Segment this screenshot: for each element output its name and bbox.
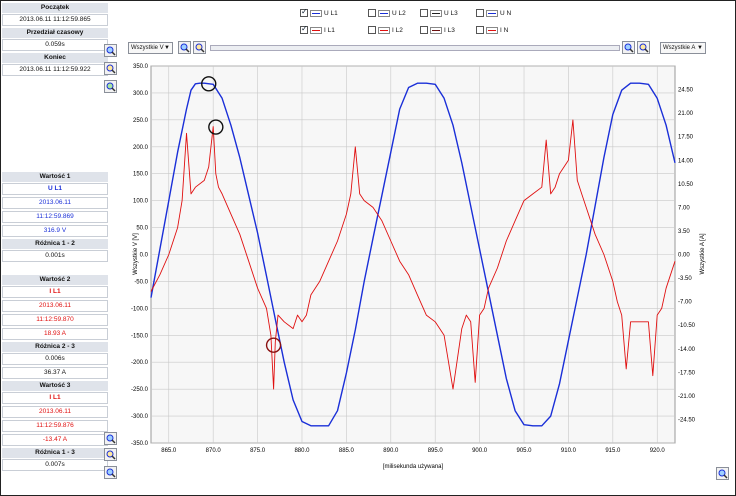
zoom-out-bottom-icon[interactable] <box>104 448 117 461</box>
value3-channel: I L1 <box>2 392 108 404</box>
zoom-out-toolbar-icon[interactable] <box>193 41 206 54</box>
zoom-in-bottom-icon[interactable] <box>104 432 117 445</box>
zoom-search-icon[interactable] <box>104 62 117 75</box>
value2-value: 18.93 A <box>2 328 108 340</box>
value3-label: Wartość 3 <box>2 381 108 391</box>
start-label: Początek <box>2 3 108 13</box>
current-select-value: Wszystkie A <box>663 45 696 51</box>
value2-date: 2013.06.11 <box>2 300 108 312</box>
legend-label: I L3 <box>444 26 455 34</box>
legend-checkbox[interactable] <box>420 9 428 17</box>
legend-checkbox[interactable] <box>300 24 308 34</box>
diff12-label: Różnica 1 - 2 <box>2 239 108 249</box>
interval-value: 0.059s <box>2 39 108 51</box>
zoom-out-right-icon[interactable] <box>637 41 650 54</box>
value2-channel: I L1 <box>2 286 108 298</box>
legend-label: I N <box>500 26 509 34</box>
legend-label: U N <box>500 9 512 17</box>
legend-item-ul2[interactable]: U L2 <box>368 7 406 19</box>
zoom-in-toolbar-icon[interactable] <box>178 41 191 54</box>
legend-checkbox[interactable] <box>368 26 376 34</box>
legend-line-icon <box>486 26 498 34</box>
legend-checkbox[interactable] <box>476 9 484 17</box>
value1-value: 316.9 V <box>2 225 108 237</box>
value2-time: 11:12:59.870 <box>2 314 108 326</box>
zoom-corner-icon[interactable] <box>716 467 729 480</box>
diff23-time: 0.006s <box>2 353 108 365</box>
end-value: 2013.06.11 11:12:59.922 <box>2 64 108 76</box>
value1-date: 2013.06.11 <box>2 197 108 209</box>
voltage-axis-select[interactable]: Wszystkie V ▼ <box>128 42 173 54</box>
zoom-green-icon[interactable] <box>104 80 117 93</box>
legend-line-icon <box>310 26 322 34</box>
zoom-reset-bottom-icon[interactable] <box>104 466 117 479</box>
zoom-in-right-icon[interactable] <box>622 41 635 54</box>
legend-checkbox[interactable] <box>476 26 484 34</box>
legend-item-ul3[interactable]: U L3 <box>420 7 458 19</box>
legend-label: I L2 <box>392 26 403 34</box>
legend-checkbox[interactable] <box>300 7 308 17</box>
value1-time: 11:12:59.869 <box>2 211 108 223</box>
value1-label: Wartość 1 <box>2 172 108 182</box>
start-value: 2013.06.11 11:12:59.865 <box>2 14 108 26</box>
value3-date: 2013.06.11 <box>2 406 108 418</box>
voltage-select-value: Wszystkie V <box>131 45 164 51</box>
legend-label: U L3 <box>444 9 458 17</box>
interval-label: Przedział czasowy <box>2 28 108 38</box>
legend-line-icon <box>378 9 390 17</box>
value2-label: Wartość 2 <box>2 275 108 285</box>
current-axis-select[interactable]: Wszystkie A ▼ <box>660 42 706 54</box>
legend-label: U L2 <box>392 9 406 17</box>
diff23-amps: 36.37 A <box>2 367 108 379</box>
legend-line-icon <box>378 26 390 34</box>
diff12-value: 0.001s <box>2 250 108 262</box>
end-label: Koniec <box>2 53 108 63</box>
legend-line-icon <box>310 9 322 17</box>
chevron-down-icon: ▼ <box>164 45 170 51</box>
value1-channel: U L1 <box>2 183 108 195</box>
diff13-label: Różnica 1 - 3 <box>2 448 108 458</box>
legend-item-ul1[interactable]: U L1 <box>300 7 338 19</box>
legend-line-icon <box>430 9 442 17</box>
value3-time: 11:12:59.876 <box>2 420 108 432</box>
diff13-value: 0.007s <box>2 459 108 471</box>
time-range-slider[interactable] <box>210 45 620 51</box>
legend-checkbox[interactable] <box>368 9 376 17</box>
legend-item-un[interactable]: U N <box>476 7 511 19</box>
legend-item-il3[interactable]: I L3 <box>420 24 455 36</box>
legend-label: U L1 <box>324 9 338 17</box>
zoom-in-icon[interactable] <box>104 44 117 57</box>
legend-line-icon <box>430 26 442 34</box>
legend-label: I L1 <box>324 26 335 34</box>
diff23-label: Różnica 2 - 3 <box>2 342 108 352</box>
legend-item-il2[interactable]: I L2 <box>368 24 403 36</box>
legend-item-in[interactable]: I N <box>476 24 508 36</box>
legend-line-icon <box>486 9 498 17</box>
legend-checkbox[interactable] <box>420 26 428 34</box>
chevron-down-icon: ▼ <box>697 45 703 51</box>
legend-item-il1[interactable]: I L1 <box>300 24 335 36</box>
value3-value: -13.47 A <box>2 434 108 446</box>
